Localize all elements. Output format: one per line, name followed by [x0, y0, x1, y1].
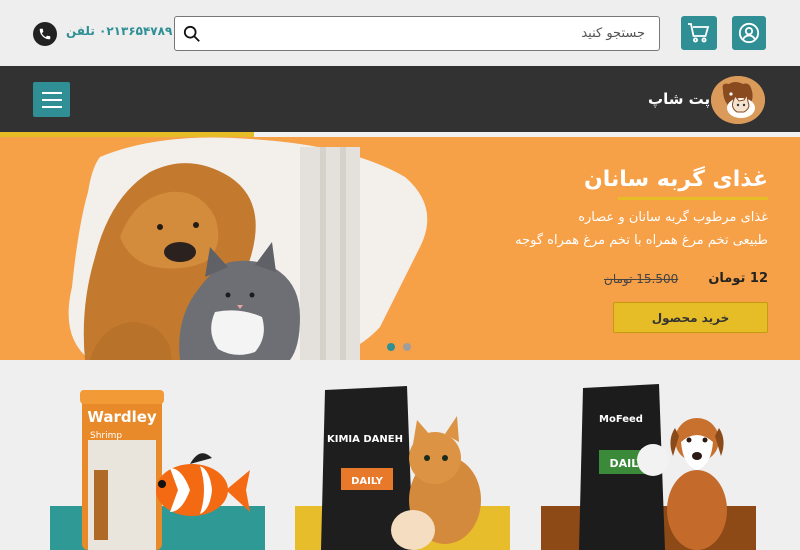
hero-price-old: 15.500 تومان: [604, 272, 679, 286]
top-bar: ۰۲۱۳۶۵۴۷۸۹ تلفن: [0, 0, 800, 66]
phone-icon[interactable]: [33, 22, 57, 46]
hamburger-menu-icon: [41, 91, 62, 94]
hero-slider: غذای گربه سانان غذای مرطوب گربه سانان و …: [0, 137, 800, 360]
product-image-cat-food[interactable]: KIMIA DANEH DAILY: [295, 380, 510, 550]
product-image-fish-food[interactable]: Wardley Shrimp: [50, 380, 265, 550]
hero-price-current: 12 تومان: [708, 271, 768, 286]
user-circle-icon: [738, 22, 760, 44]
product-2-brand: KIMIA DANEH: [327, 434, 403, 445]
cart-icon: [688, 23, 710, 43]
search-input[interactable]: [211, 17, 651, 50]
slider-dot-2[interactable]: [403, 343, 411, 351]
product-1-brand: Wardley: [87, 408, 157, 426]
cart-button[interactable]: [681, 16, 717, 50]
product-image-dog-food[interactable]: MoFeed DAILY: [541, 380, 756, 550]
product-2-subtitle: DAILY: [351, 476, 384, 487]
product-showcase: Wardley Shrimp KIMIA DANEH DAILY MoFeed …: [0, 360, 800, 550]
brand-logo[interactable]: [711, 76, 765, 124]
buy-product-button[interactable]: خرید محصول: [613, 302, 768, 333]
product-1-subtitle: Shrimp: [90, 431, 122, 441]
slider-dot-1[interactable]: [387, 343, 395, 351]
search-box: [174, 16, 660, 51]
product-3-brand: MoFeed: [599, 414, 643, 425]
hero-description-line-1: غذای مرطوب گربه سانان و عصاره: [578, 210, 768, 225]
phone-number: ۰۲۱۳۶۵۴۷۸۹ تلفن: [66, 24, 173, 38]
search-icon[interactable]: [183, 25, 201, 43]
hero-image-dog-and-cat: [68, 137, 428, 360]
hero-description-line-2: طبیعی تخم مرغ همراه با تخم مرغ همراه گوج…: [515, 233, 768, 248]
menu-button[interactable]: [33, 82, 70, 117]
hero-title: غذای گربه سانان: [583, 167, 768, 192]
brand-name[interactable]: پت شاپ: [648, 90, 710, 108]
account-button[interactable]: [732, 16, 766, 50]
hero-title-underline: [618, 197, 768, 200]
main-navbar: پت شاپ: [0, 66, 800, 132]
